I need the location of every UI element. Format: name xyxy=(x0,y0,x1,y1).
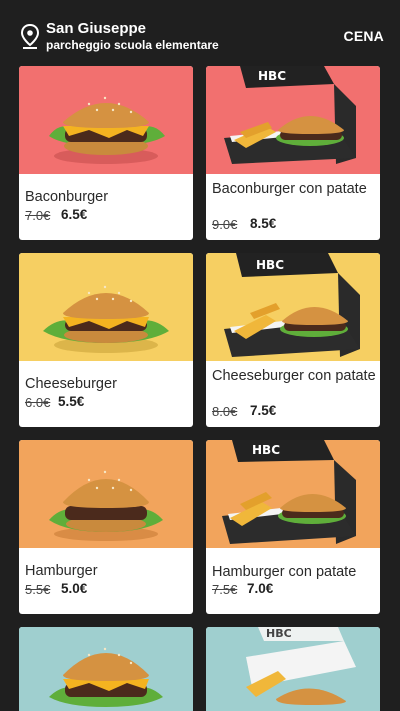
current-price: 6.5€ xyxy=(61,207,88,222)
old-price: 9.0€ xyxy=(212,217,238,232)
box-brand: HBC xyxy=(252,443,280,457)
product-name: Hamburger con patate xyxy=(212,564,357,580)
box-brand: HBC xyxy=(258,69,286,83)
product-card-hamburger-con-patate[interactable]: HBC Hamburger con patate 7.5€ 7.0€ xyxy=(206,440,380,614)
current-price: 7.5€ xyxy=(250,403,277,418)
current-price: 5.5€ xyxy=(58,394,85,409)
burger-image xyxy=(19,440,193,548)
old-price: 7.0€ xyxy=(25,208,51,223)
current-price: 8.5€ xyxy=(250,216,277,231)
product-card-hamburger[interactable]: Hamburger 5.5€ 5.0€ xyxy=(19,440,193,614)
product-card[interactable]: HBC xyxy=(206,627,380,711)
old-price: 7.5€ xyxy=(212,582,238,597)
box-brand: HBC xyxy=(266,627,292,640)
current-price: 7.0€ xyxy=(247,581,274,596)
old-price: 5.5€ xyxy=(25,582,51,597)
burger-box-image: HBC xyxy=(206,66,380,174)
product-card-baconburger-con-patate[interactable]: HBC Baconburger con patate 9.0€ 8.5€ xyxy=(206,66,380,240)
product-card-baconburger[interactable]: Baconburger 7.0€ 6.5€ xyxy=(19,66,193,240)
old-price: 6.0€ xyxy=(25,395,51,410)
burger-image xyxy=(19,627,193,711)
product-name: Baconburger xyxy=(25,189,109,205)
product-card-cheeseburger[interactable]: Cheeseburger 6.0€ 5.5€ xyxy=(19,253,193,427)
current-price: 5.0€ xyxy=(61,581,88,596)
product-card-cheeseburger-con-patate[interactable]: HBC Cheeseburger con patate 8.0€ 7.5€ xyxy=(206,253,380,427)
product-name: Cheeseburger xyxy=(25,376,117,392)
burger-image xyxy=(19,253,193,361)
burger-box-image: HBC xyxy=(206,440,380,548)
box-brand: HBC xyxy=(256,258,284,272)
product-card[interactable] xyxy=(19,627,193,711)
product-grid: Baconburger 7.0€ 6.5€ HBC Baconburger co… xyxy=(0,0,400,711)
burger-box-image: HBC xyxy=(206,253,380,361)
product-name: Hamburger xyxy=(25,563,98,579)
product-name: Baconburger con patate xyxy=(212,181,367,197)
product-name: Cheeseburger con patate xyxy=(212,368,376,384)
burger-image xyxy=(19,66,193,174)
burger-box-image: HBC xyxy=(206,627,380,711)
old-price: 8.0€ xyxy=(212,404,238,419)
